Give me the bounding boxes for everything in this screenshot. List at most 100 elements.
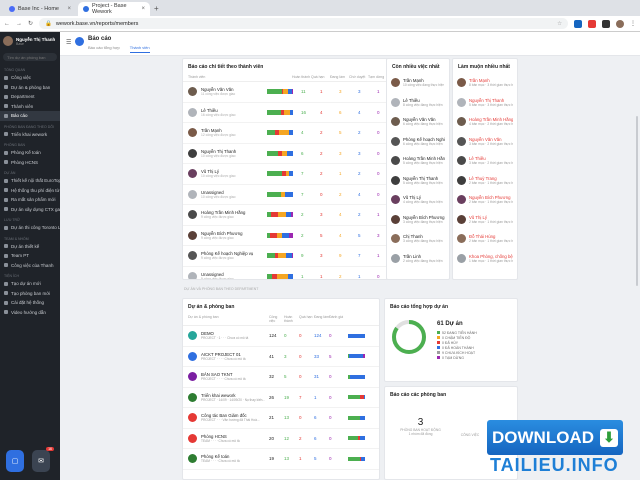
list-item[interactable]: Nguyễn Thị Thanh 5 công việc đang thực hi… [387, 171, 449, 191]
sidebar-item[interactable]: Team PT [0, 251, 60, 261]
back-icon[interactable]: ← [4, 21, 10, 27]
extension-icon[interactable] [574, 19, 582, 28]
list-item[interactable]: Lê Thuỳ Trang 2 bản mục · 1 thời gian thự… [453, 171, 517, 191]
sidebar-item[interactable]: Triển khai wework [0, 130, 60, 140]
sidebar-item[interactable]: Ra mắt sản phẩm mới [0, 195, 60, 205]
member-stat-value: 5 [339, 130, 342, 136]
project-sub: TEAM · · · · Chưa có mô tả [201, 459, 240, 464]
sidebar-item[interactable]: Thiết kế nội thất EuroTop [0, 176, 60, 186]
list-item-sub: 1 bản mục · 1 thời gian thực hiện [469, 258, 513, 263]
table-row[interactable]: Phòng HCNS TEAM · · · · Chưa có mô tả 20 12… [183, 429, 379, 449]
list-item[interactable]: Nguyễn Bích Phương 2 bản mục · 1 thời gia… [453, 190, 517, 210]
avatar [188, 87, 197, 97]
list-item[interactable]: Nguyễn Thị Thanh 5 bản mục · 3 thời gian … [453, 93, 517, 113]
sidebar-item[interactable]: Video hướng dẫn [0, 308, 60, 318]
sidebar-item[interactable]: Báo cáo [0, 111, 60, 121]
list-item[interactable]: Trần Linh 2 công việc đang thực hiện [387, 249, 449, 269]
sidebar-item[interactable]: Công việc của Thanh [0, 261, 60, 271]
sidebar-item-icon [4, 188, 8, 193]
sidebar-search-input[interactable]: Tìm dự án phòng ban [3, 53, 57, 61]
url-input[interactable]: 🔒 wework.base.vn/reports/members ☆ [39, 18, 568, 29]
project-stat-value: 124 [269, 333, 277, 339]
project-info: Phòng Kế toán TEAM · · · · Chưa có mô tả [201, 454, 269, 463]
list-item[interactable]: Trần Mạnh 8 bản mục · 3 thời gian thực hi… [453, 73, 517, 93]
list-item[interactable]: Phòng Kế hoạch Nghiệp vụ6 công việc đang… [387, 132, 449, 152]
sidebar-item[interactable]: Department [0, 92, 60, 102]
close-tab-icon[interactable]: × [141, 6, 145, 12]
new-tab-button[interactable]: + [154, 4, 159, 13]
project-list: DEMO PROJECT · 1 · · · Chưa có mô tả 124 0 0… [183, 326, 379, 470]
project-icon [188, 413, 197, 423]
list-item[interactable]: Nguyễn Văn Văn 6 công việc đang thực hiện [387, 112, 449, 132]
menu-dots-icon[interactable]: ⋮ [630, 20, 636, 27]
sidebar-item[interactable]: Dự án xây dựng CTX gardens [0, 205, 60, 215]
list-item[interactable]: Vũ Thị Lý 4 công việc đang thực hiện [387, 190, 449, 210]
sidebar-item-label: Tạo phòng ban mới [11, 290, 51, 296]
sidebar-item[interactable]: Dự án & phòng ban [0, 83, 60, 93]
forward-icon[interactable]: → [16, 21, 22, 27]
card-title: Làm muộn nhiều nhất [458, 64, 510, 70]
list-item[interactable]: Đỗ Thái Hùng 2 bản mục · 1 thời gian thực… [453, 229, 517, 249]
page-scrollbar[interactable] [636, 116, 638, 286]
tab-members[interactable]: Thành viên [129, 45, 150, 53]
project-sub: PROJECT · · · · Chưa có mô tả [201, 356, 246, 361]
bar-segment [277, 212, 287, 218]
project-stat-value: 26 [269, 394, 275, 400]
list-item[interactable]: Nguyễn Bích Phương 3 công việc đang thực … [387, 210, 449, 230]
list-item[interactable]: Khoa Phòng, chống bệnh truyền nhiễm1 bản… [453, 249, 517, 269]
list-item[interactable]: Hoàng Trần Minh Hằng 5 công việc đang thự… [387, 151, 449, 171]
list-item[interactable]: Trần Mạnh 10 công việc đang thực hiện [387, 73, 449, 93]
sidebar-item[interactable]: Tạo phòng ban mới [0, 289, 60, 299]
avatar [391, 156, 400, 166]
avatar [457, 253, 466, 263]
list-item[interactable]: Chị Thanh 3 công việc đang thực hiện [387, 229, 449, 249]
star-icon[interactable]: ☆ [557, 21, 562, 27]
list-item[interactable]: Lê Thiều 3 bản mục · 2 thời gian thực hiệ… [453, 151, 517, 171]
list-item[interactable]: Lê Thiều 8 công việc đang thực hiện [387, 93, 449, 113]
extension-icon[interactable] [602, 19, 610, 28]
list-item[interactable]: Hoàng Trần Minh Hằng 4 bản mục · 2 thời g… [453, 112, 517, 132]
project-icon [188, 372, 197, 382]
tab-summary[interactable]: Báo cáo tổng hợp [88, 45, 120, 53]
extension-icon[interactable] [588, 19, 596, 28]
menu-icon[interactable]: ☰ [66, 39, 72, 46]
sidebar-item[interactable]: Hệ thống thu phí điện tử [0, 186, 60, 196]
table-row[interactable]: Công tác Ban Giám đốc PROJECT · · · Văn h… [183, 408, 379, 429]
table-row[interactable]: AICKT PROJECT 01 PROJECT · · · · Chưa có … [183, 347, 379, 367]
chat-button[interactable]: ▢ [6, 450, 24, 472]
user-profile[interactable]: Nguyễn Thị Thanh Base [0, 32, 60, 50]
browser-tab-project[interactable]: Project - Base Wework × [78, 2, 150, 16]
profile-icon[interactable] [616, 19, 624, 28]
avatar [391, 117, 400, 127]
sidebar-item[interactable]: Thành viên [0, 102, 60, 112]
project-icon [188, 392, 197, 402]
list-item[interactable]: Nguyễn Văn Văn 3 bản mục · 2 thời gian th… [453, 132, 517, 152]
list-item[interactable]: Vũ Thị Lý 2 bản mục · 1 thời gian thực hi… [453, 210, 517, 230]
table-row[interactable]: Triển khai wework PROJECT · 14/09 · 14/09… [183, 388, 379, 408]
sidebar-item[interactable]: Dự án thiết kế [0, 242, 60, 252]
table-row[interactable]: DEMO PROJECT · 1 · · · Chưa có mô tả 124 0 0… [183, 326, 379, 347]
list-item-info: Vũ Thị Lý 2 bản mục · 1 thời gian thực hi… [469, 215, 513, 224]
member-info: Unassigned 10 công việc được giao [201, 190, 263, 199]
sidebar-item-icon [4, 104, 8, 109]
table-row[interactable]: Phòng Kế toán TEAM · · · · Chưa có mô tả 1… [183, 449, 379, 470]
legend-swatch [437, 336, 440, 339]
sidebar-section-title: Team & nhóm [4, 236, 29, 241]
reload-icon[interactable]: ↻ [28, 20, 33, 27]
close-tab-icon[interactable]: × [67, 6, 71, 12]
avatar [457, 156, 466, 166]
list-item-info: Chị Thanh 3 công việc đang thực hiện [403, 234, 443, 243]
list-item-info: Trần Linh 2 công việc đang thực hiện [403, 254, 443, 263]
sidebar-item[interactable]: Phòng Kế toán [0, 148, 60, 158]
project-total: 61 Dự án [437, 321, 463, 327]
sidebar-item[interactable]: Phòng HCNS [0, 158, 60, 168]
sidebar-item[interactable]: Công việc [0, 73, 60, 83]
list-item-sub: 3 bản mục · 2 thời gian thực hiện [469, 161, 513, 166]
table-row[interactable]: BẢN SAO TKNT PROJECT · · · · Chưa có mô t… [183, 367, 379, 388]
sidebar-item[interactable]: Tạo dự án mới [0, 279, 60, 289]
favicon-icon [83, 6, 89, 12]
browser-tab-home[interactable]: Base Inc - Home × [4, 2, 76, 16]
sidebar-item[interactable]: Cài đặt hệ thống [0, 298, 60, 308]
notification-button[interactable]: ✉ 16 [32, 447, 54, 472]
sidebar-item[interactable]: Dự án thi công Toronto Land [0, 223, 60, 233]
